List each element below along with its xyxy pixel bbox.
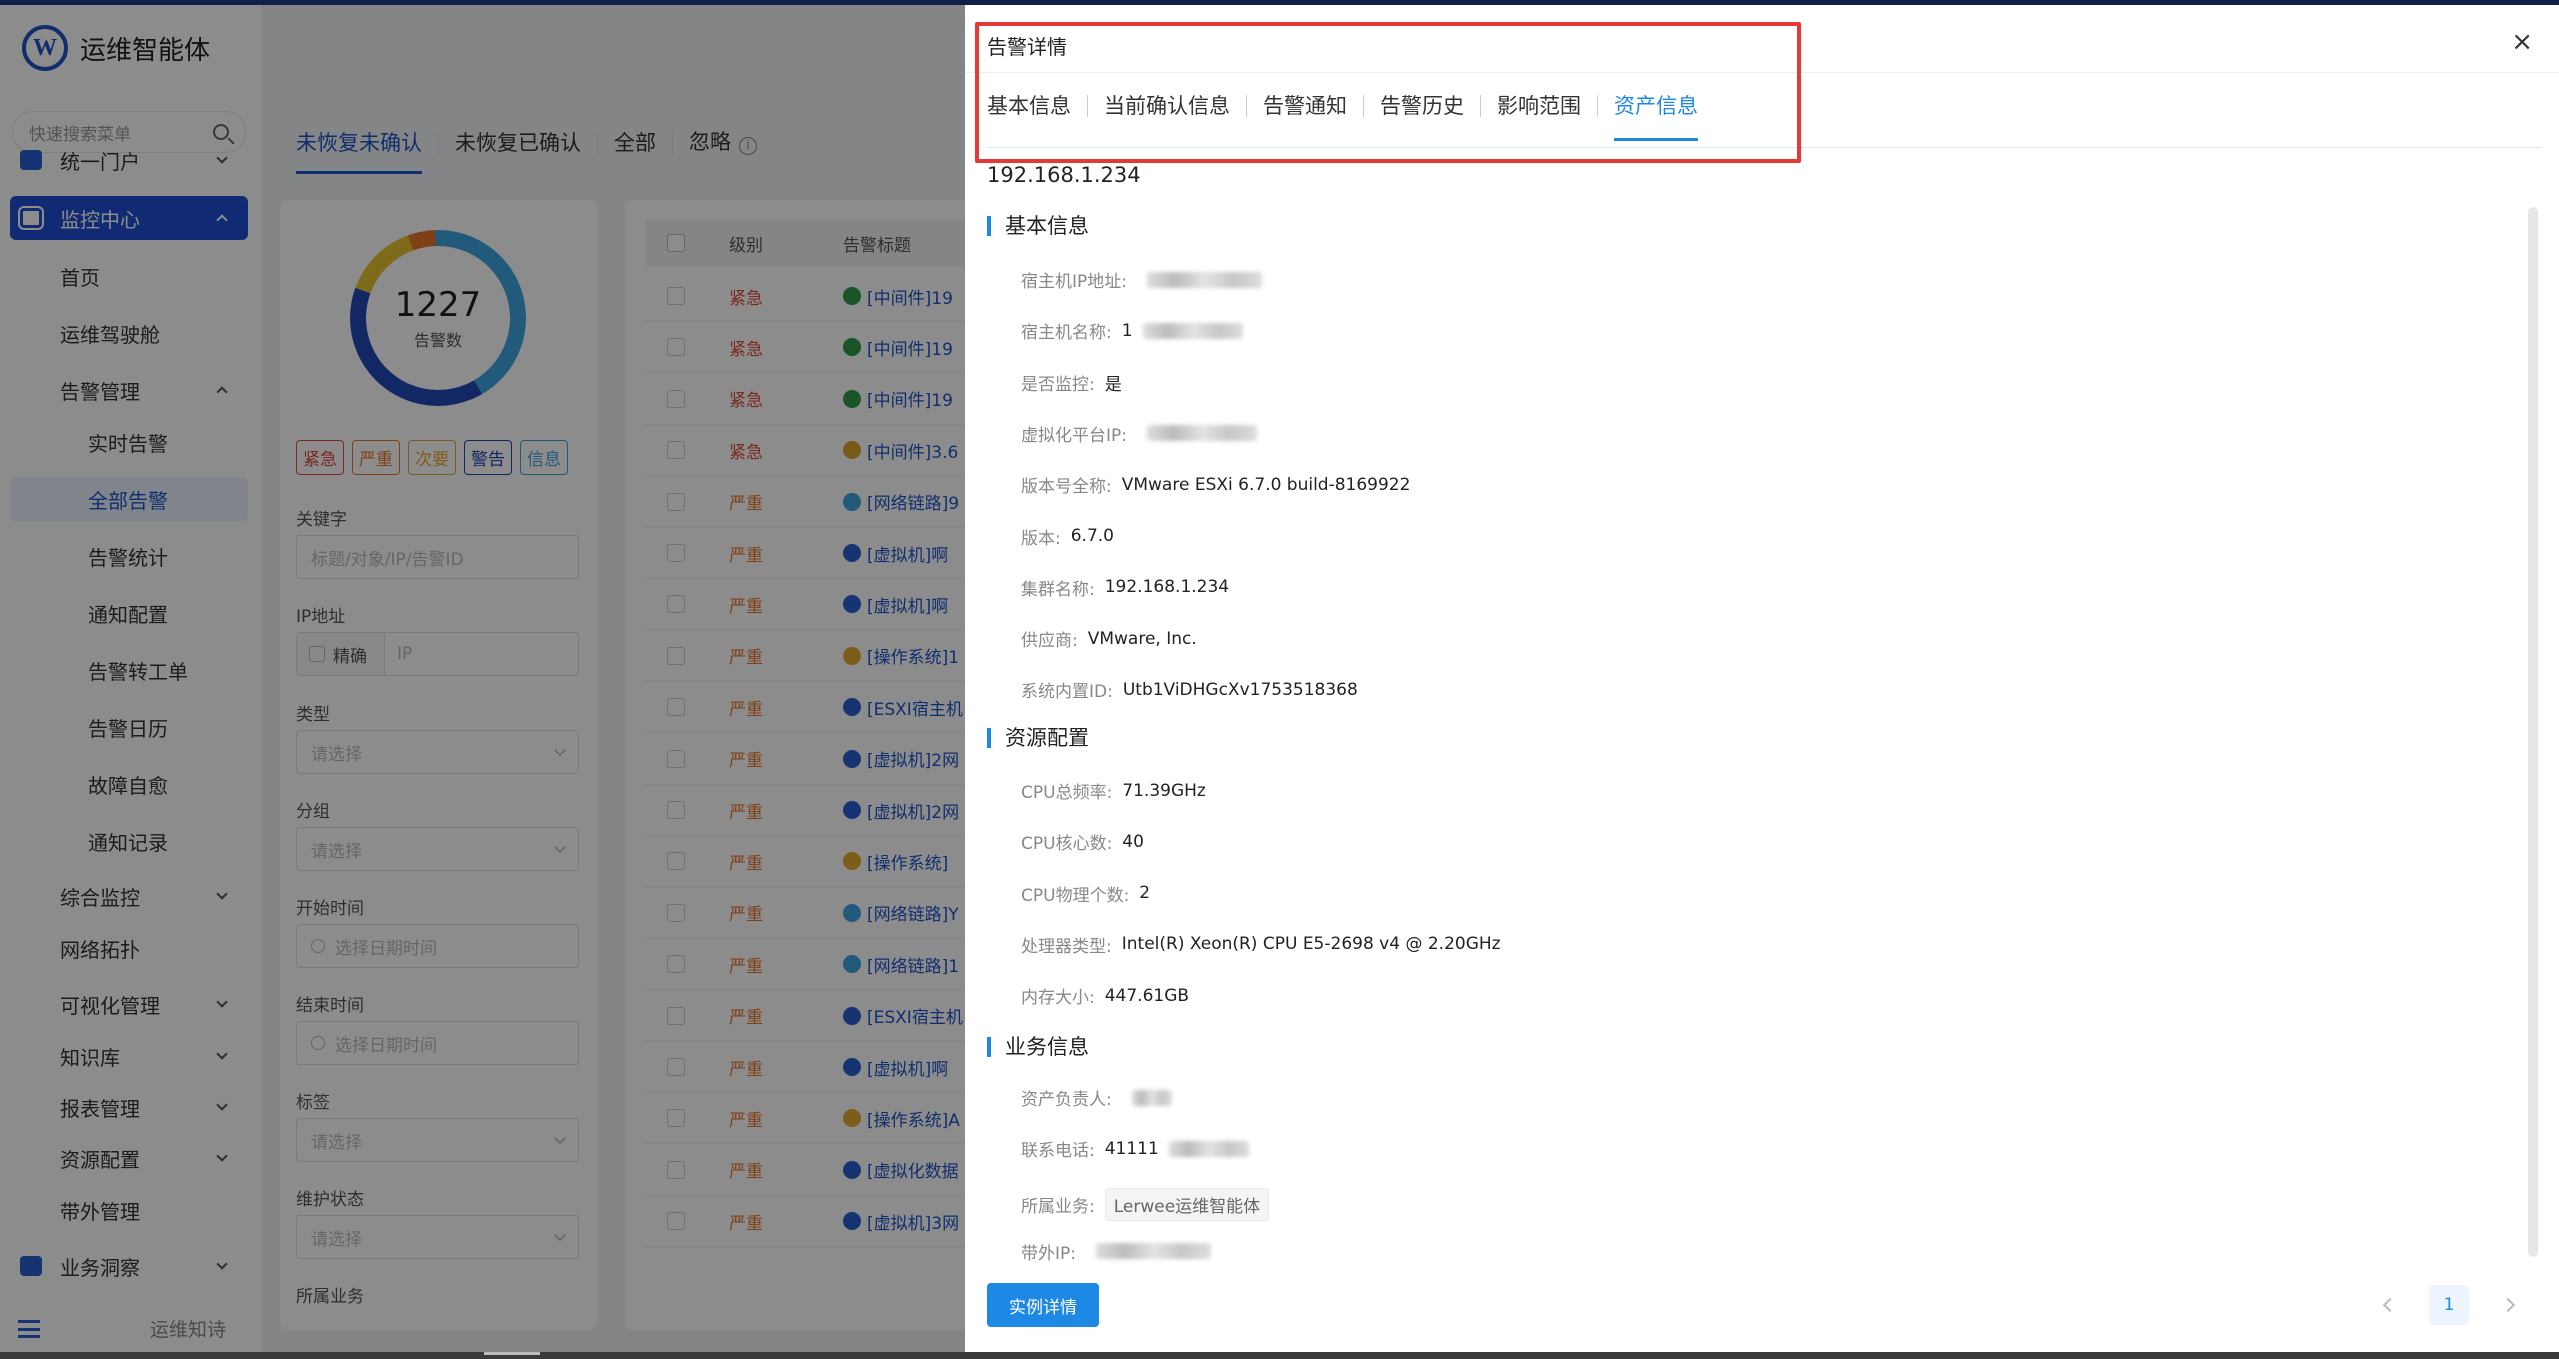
section-resource-title: 资源配置 (987, 728, 1089, 749)
pagination: 1 (2382, 1285, 2516, 1325)
section-basic-title: 基本信息 (987, 216, 1089, 237)
bottom-bar (0, 1352, 2559, 1359)
field-basic-6: 集群名称: 192.168.1.234 (1021, 575, 1229, 600)
redacted-value (1147, 271, 1262, 288)
asset-subject: 192.168.1.234 (987, 163, 1141, 187)
field-key: CPU总频率: (1021, 783, 1113, 803)
field-resource-4: 内存大小: 447.61GB (1021, 983, 1190, 1009)
field-key: 内存大小: (1021, 988, 1095, 1009)
section-business-title: 业务信息 (987, 1037, 1089, 1058)
field-value: 是 (1104, 374, 1122, 395)
field-key: 集群名称: (1021, 579, 1095, 600)
field-basic-4: 版本号全称: VMware ESXi 6.7.0 build-8169922 (1021, 472, 1411, 498)
field-value: 2 (1139, 883, 1151, 904)
field-business-2: 所属业务: Lerwee运维智能体 (1021, 1187, 1270, 1221)
field-key: 带外IP: (1021, 1243, 1076, 1264)
field-key: 版本: (1021, 528, 1061, 549)
redacted-value (1147, 425, 1257, 442)
field-value: 6.7.0 (1070, 526, 1114, 546)
field-value: Intel(R) Xeon(R) CPU E5-2698 v4 @ 2.20GH… (1121, 934, 1501, 955)
instance-detail-button[interactable]: 实例详情 (987, 1283, 1099, 1327)
redacted-value (1142, 322, 1243, 339)
field-key: 是否监控: (1021, 374, 1095, 395)
field-resource-3: 处理器类型: Intel(R) Xeon(R) CPU E5-2698 v4 @ … (1021, 932, 1501, 957)
field-key: 版本号全称: (1021, 477, 1112, 498)
alert-detail-drawer: 告警详情 × 基本信息 当前确认信息 告警通知 告警历史 影响范围 资产信息 1… (965, 5, 2559, 1352)
field-resource-2: CPU物理个数: 2 (1021, 881, 1150, 906)
field-key: 系统内置ID: (1021, 682, 1113, 703)
field-key: CPU核心数: (1021, 834, 1113, 855)
field-value: 192.168.1.234 (1104, 577, 1230, 598)
close-icon[interactable]: × (2511, 29, 2533, 55)
field-value: VMware, Inc. (1087, 628, 1197, 649)
business-tag: Lerwee运维智能体 (1104, 1187, 1270, 1221)
redacted-value (1131, 1089, 1172, 1106)
field-value: 71.39GHz (1122, 780, 1206, 801)
highlight-annotation-box (975, 22, 1801, 163)
field-basic-1: 宿主机名称: 1 (1021, 318, 1243, 343)
field-key: 资产负责人: (1021, 1090, 1112, 1110)
field-key: 宿主机名称: (1021, 323, 1112, 344)
field-basic-3: 虚拟化平台IP: (1021, 421, 1257, 446)
field-basic-7: 供应商: VMware, Inc. (1021, 626, 1197, 652)
prev-page-icon[interactable] (2382, 1297, 2398, 1313)
field-resource-0: CPU总频率: 71.39GHz (1021, 778, 1206, 804)
field-resource-1: CPU核心数: 40 (1021, 829, 1144, 855)
field-value: VMware ESXi 6.7.0 build-8169922 (1121, 474, 1411, 495)
field-key: CPU物理个数: (1021, 885, 1130, 906)
field-value: 40 (1122, 831, 1144, 852)
page-1[interactable]: 1 (2429, 1285, 2469, 1325)
redacted-value (1096, 1243, 1211, 1260)
field-business-1: 联系电话: 41111 (1021, 1136, 1249, 1161)
field-basic-0: 宿主机IP地址: (1021, 267, 1262, 292)
field-business-3: 带外IP: (1021, 1239, 1211, 1264)
field-value: 1 (1121, 320, 1133, 341)
field-key: 虚拟化平台IP: (1021, 425, 1127, 446)
field-value: 41111 (1104, 1138, 1159, 1159)
field-basic-2: 是否监控: 是 (1021, 370, 1122, 395)
field-basic-8: 系统内置ID: Utb1ViDHGcXv1753518368 (1021, 677, 1358, 703)
field-value: 447.61GB (1104, 985, 1190, 1006)
field-key: 宿主机IP地址: (1021, 272, 1127, 292)
field-key: 所属业务: (1021, 1196, 1095, 1217)
field-business-0: 资产负责人: (1021, 1085, 1172, 1110)
field-key: 处理器类型: (1021, 936, 1112, 957)
app-root: W 运维智能体 快速搜索菜单 统一门户 监控中心 首页 运维驾驶舱 告警管理 实时告警 全部… (0, 0, 2559, 1359)
field-key: 供应商: (1021, 631, 1078, 652)
drawer-scrollbar[interactable] (2528, 207, 2538, 1257)
next-page-icon[interactable] (2500, 1297, 2516, 1313)
field-value: Utb1ViDHGcXv1753518368 (1122, 679, 1358, 700)
redacted-value (1168, 1140, 1249, 1157)
field-key: 联系电话: (1021, 1141, 1095, 1162)
field-basic-5: 版本: 6.7.0 (1021, 524, 1114, 549)
